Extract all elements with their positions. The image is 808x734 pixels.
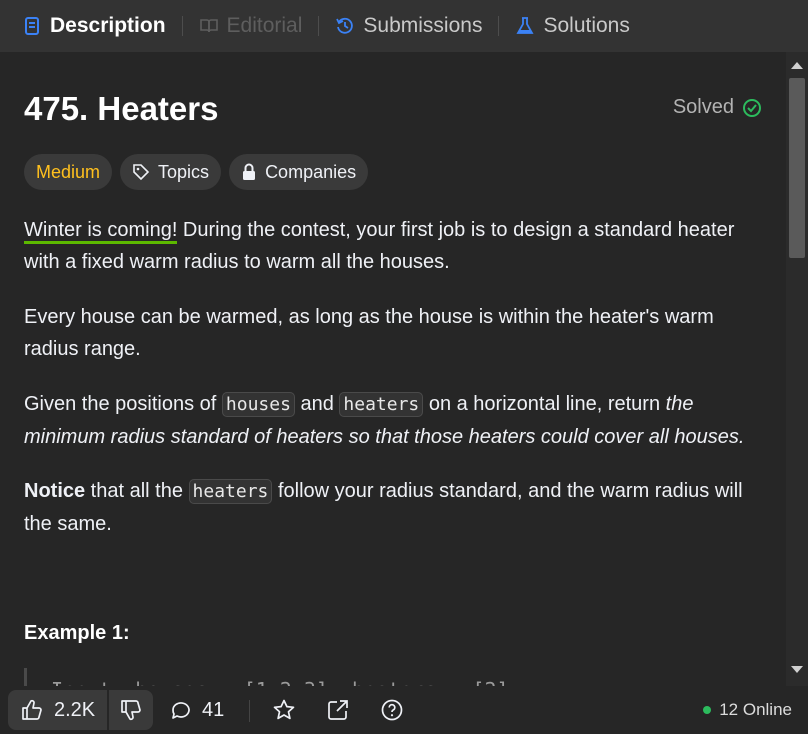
example-heading: Example 1:	[24, 622, 130, 644]
tab-submissions[interactable]: Submissions	[331, 0, 486, 52]
paragraph-text: and	[294, 393, 340, 415]
problem-title: 475. Heaters	[24, 90, 219, 127]
paragraph-text: Given the positions of	[24, 393, 222, 415]
solved-label: Solved	[672, 96, 734, 118]
tab-divider	[181, 16, 183, 36]
dislike-button[interactable]	[109, 690, 154, 730]
comment-count: 41	[202, 698, 225, 721]
vote-group: 2.2K	[8, 690, 154, 730]
scrollbar-thumb[interactable]	[789, 78, 805, 258]
check-circle-icon	[743, 98, 761, 117]
tab-solutions[interactable]: Solutions	[511, 0, 633, 52]
difficulty-label: Medium	[36, 161, 101, 182]
paragraph-text: on a horizontal line, return	[423, 393, 666, 415]
bottom-divider	[249, 700, 250, 722]
inline-code: houses	[221, 392, 295, 417]
companies-chip[interactable]: Companies	[229, 154, 369, 190]
example-block: Input: houses = [1,2,3], heaters = [2]	[24, 668, 624, 686]
description-panel: 475. Heaters Solved Medium Topics Compan…	[0, 52, 808, 686]
tab-editorial-label: Editorial	[226, 14, 303, 37]
tab-solutions-label: Solutions	[543, 14, 630, 37]
description-paragraph-4: Notice that all the heaters follow your …	[24, 475, 764, 540]
like-button[interactable]: 2.2K	[8, 690, 108, 730]
star-icon	[273, 699, 295, 720]
tab-submissions-label: Submissions	[363, 14, 483, 37]
tab-bar: Description Editorial Submissions Soluti…	[0, 0, 808, 52]
comment-icon	[172, 702, 190, 719]
tab-divider	[498, 16, 500, 36]
question-circle-icon	[381, 699, 403, 721]
book-icon	[199, 19, 218, 33]
flask-icon	[516, 17, 534, 34]
online-count: 12 Online	[719, 700, 792, 719]
tab-description-label: Description	[50, 14, 166, 37]
scroll-up-arrow-icon[interactable]	[791, 62, 803, 69]
paragraph-text: that all the	[85, 480, 189, 502]
companies-label: Companies	[265, 161, 357, 182]
inline-code: heaters	[339, 392, 424, 417]
help-button[interactable]	[380, 686, 404, 734]
inline-code: heaters	[188, 479, 273, 504]
online-status-dot	[703, 706, 712, 714]
comments-button[interactable]: 41	[170, 686, 224, 734]
difficulty-chip: Medium	[24, 154, 113, 190]
bold-text: Notice	[24, 480, 86, 502]
thumbs-down-icon	[121, 700, 142, 721]
bottom-action-bar: 2.2K 41 12 Online	[0, 686, 808, 734]
example-input-text: Input: houses = [1,2,3], heaters = [2]	[51, 678, 509, 686]
lock-icon	[243, 163, 256, 180]
thumbs-up-icon	[22, 699, 42, 720]
highlighted-text: Winter is coming!	[24, 219, 178, 244]
scroll-down-arrow-icon[interactable]	[791, 666, 803, 673]
description-doc-icon	[25, 17, 39, 35]
like-count: 2.2K	[54, 698, 96, 721]
topics-chip[interactable]: Topics	[120, 154, 222, 190]
description-paragraph-3: Given the positions of houses and heater…	[24, 388, 764, 453]
tab-editorial[interactable]: Editorial	[195, 0, 307, 52]
description-paragraph-1: Winter is coming! During the contest, yo…	[24, 214, 764, 278]
description-paragraph-2: Every house can be warmed, as long as th…	[24, 306, 714, 360]
solved-status: Solved	[673, 96, 762, 119]
tag-icon	[133, 164, 150, 181]
tab-description[interactable]: Description	[18, 0, 170, 52]
history-icon	[336, 17, 354, 34]
topics-label: Topics	[158, 161, 210, 182]
external-link-icon	[328, 700, 348, 720]
favorite-button[interactable]	[272, 686, 296, 734]
online-indicator: 12 Online	[703, 686, 792, 734]
tab-divider	[318, 16, 320, 36]
tag-chips: Medium Topics Companies	[24, 154, 369, 190]
share-button[interactable]	[326, 686, 350, 734]
